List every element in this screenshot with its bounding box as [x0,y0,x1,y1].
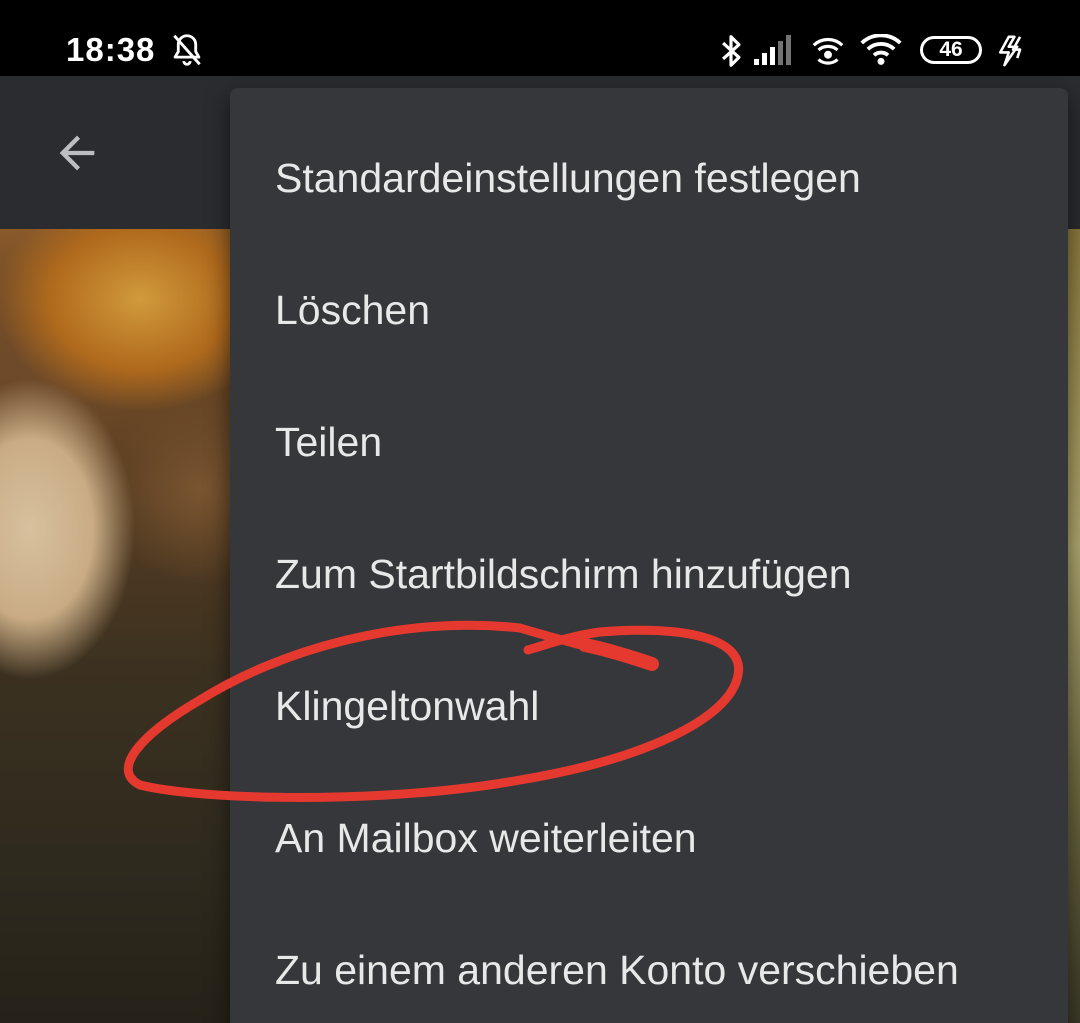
menu-item-share[interactable]: Teilen [230,376,1068,508]
menu-item-set-defaults[interactable]: Standardeinstellungen festlegen [230,112,1068,244]
bell-off-icon [173,34,201,66]
screen: 18:38 46 Standardeinstellungen festlegen… [0,0,1080,1023]
status-bar: 18:38 46 [0,0,1080,76]
menu-item-delete[interactable]: Löschen [230,244,1068,376]
back-button[interactable] [40,116,114,190]
wifi-icon [860,34,902,65]
signal-icon [754,35,791,65]
bluetooth-icon [722,35,741,67]
battery-icon: 46 [920,36,982,64]
overflow-menu: Standardeinstellungen festlegen Löschen … [230,88,1068,1023]
status-time: 18:38 [66,31,156,68]
arrow-left-icon [59,135,95,171]
menu-item-ringtone[interactable]: Klingeltonwahl [230,640,1068,772]
menu-item-add-to-home-screen[interactable]: Zum Startbildschirm hinzufügen [230,508,1068,640]
menu-item-forward-to-voicemail[interactable]: An Mailbox weiterleiten [230,772,1068,904]
battery-level: 46 [939,38,963,61]
menu-item-move-to-other-account[interactable]: Zu einem anderen Konto verschieben [230,904,1068,1023]
charging-icon [998,35,1022,67]
hotspot-icon [812,38,844,65]
